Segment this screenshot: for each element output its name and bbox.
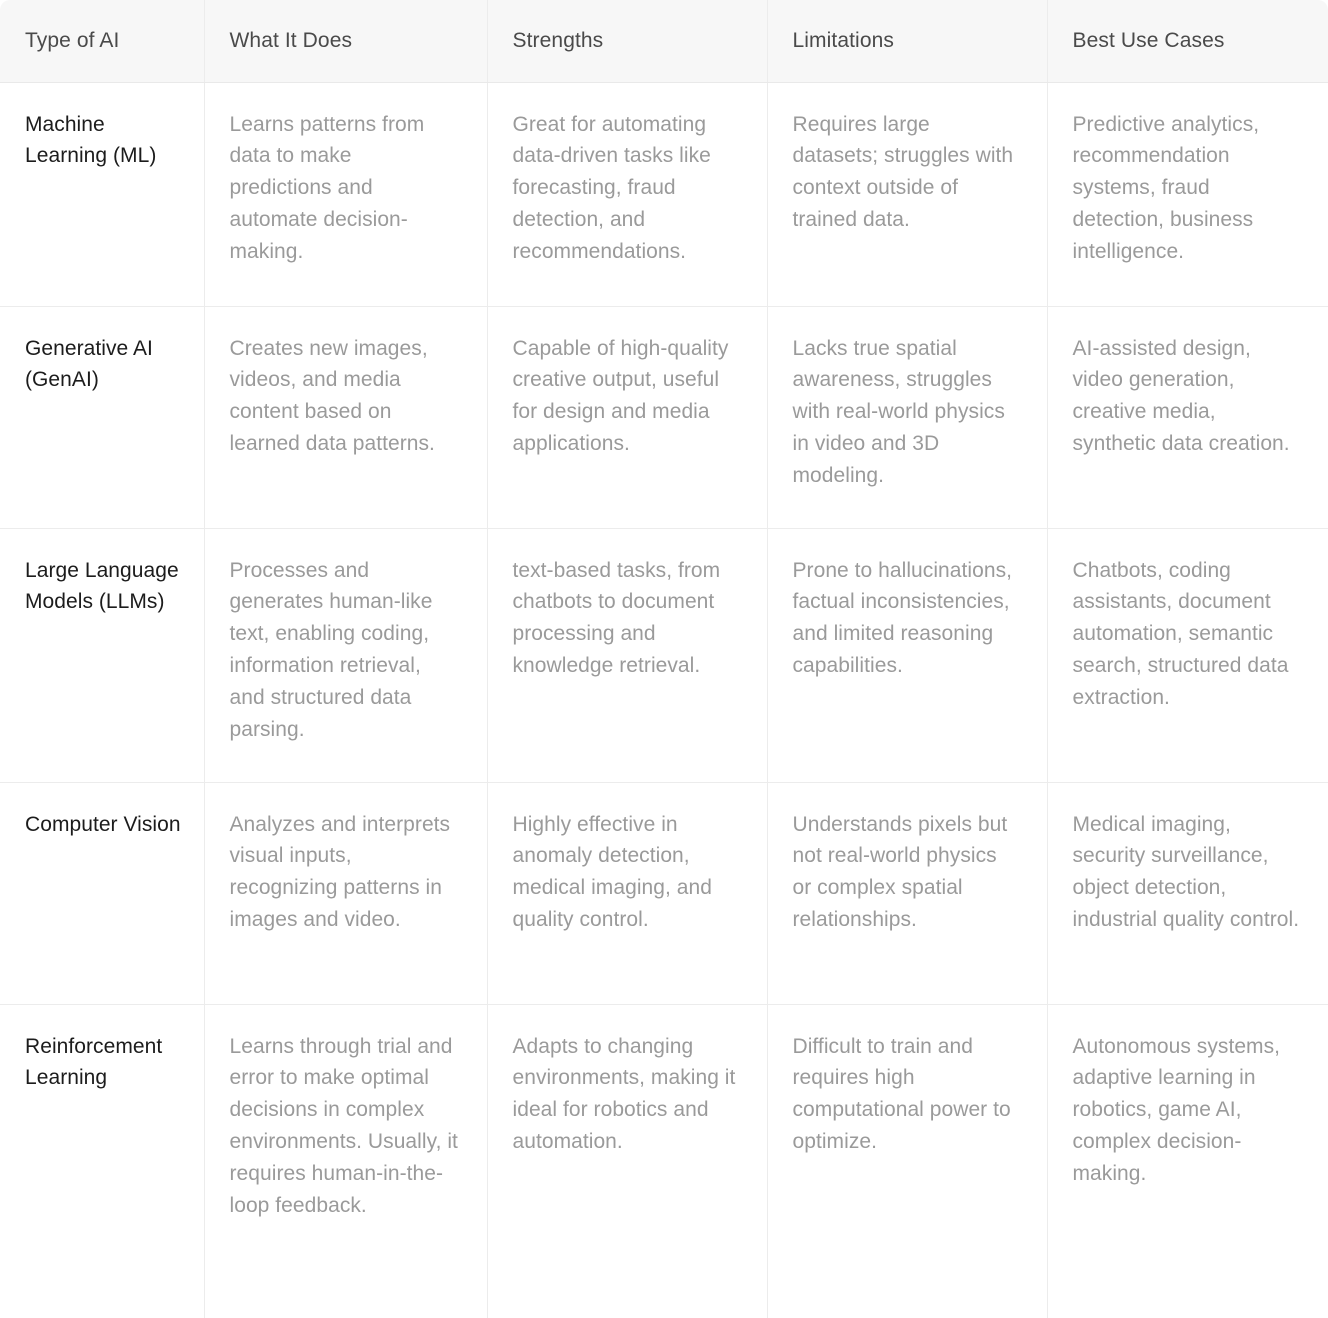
table-row: Large Language Models (LLMs) Processes a… (0, 528, 1328, 783)
column-header-limitations: Limitations (767, 0, 1048, 83)
cell-what-it-does: Creates new images, videos, and media co… (204, 306, 488, 529)
ai-comparison-table: Type of AI What It Does Strengths Limita… (0, 0, 1328, 1318)
cell-limitations: Lacks true spatial awareness, struggles … (767, 306, 1048, 529)
cell-limitations: Prone to hallucinations, factual inconsi… (767, 528, 1048, 783)
cell-type: Large Language Models (LLMs) (0, 528, 205, 783)
ai-comparison-table-container: Type of AI What It Does Strengths Limita… (0, 0, 1328, 1318)
cell-limitations: Requires large datasets; struggles with … (767, 82, 1048, 307)
column-header-type-of-ai: Type of AI (0, 0, 205, 83)
column-header-best-use-cases: Best Use Cases (1047, 0, 1328, 83)
table-row: Generative AI (GenAI) Creates new images… (0, 306, 1328, 529)
cell-what-it-does: Processes and generates human-like text,… (204, 528, 488, 783)
cell-type: Machine Learning (ML) (0, 82, 205, 307)
table-row: Reinforcement Learning Learns through tr… (0, 1004, 1328, 1318)
cell-type: Computer Vision (0, 782, 205, 1005)
cell-best-use-cases: AI-assisted design, video generation, cr… (1047, 306, 1328, 529)
cell-type: Reinforcement Learning (0, 1004, 205, 1318)
cell-strengths: text-based tasks, from chatbots to docum… (487, 528, 768, 783)
cell-what-it-does: Learns patterns from data to make predic… (204, 82, 488, 307)
cell-limitations: Understands pixels but not real-world ph… (767, 782, 1048, 1005)
cell-what-it-does: Learns through trial and error to make o… (204, 1004, 488, 1318)
cell-limitations: Difficult to train and requires high com… (767, 1004, 1048, 1318)
table-header: Type of AI What It Does Strengths Limita… (0, 0, 1328, 83)
cell-what-it-does: Analyzes and interprets visual inputs, r… (204, 782, 488, 1005)
table-body: Machine Learning (ML) Learns patterns fr… (0, 82, 1328, 1318)
cell-best-use-cases: Predictive analytics, recommendation sys… (1047, 82, 1328, 307)
cell-strengths: Adapts to changing environments, making … (487, 1004, 768, 1318)
cell-best-use-cases: Chatbots, coding assistants, document au… (1047, 528, 1328, 783)
column-header-strengths: Strengths (487, 0, 768, 83)
cell-type: Generative AI (GenAI) (0, 306, 205, 529)
table-row: Machine Learning (ML) Learns patterns fr… (0, 82, 1328, 307)
cell-best-use-cases: Medical imaging, security surveillance, … (1047, 782, 1328, 1005)
cell-strengths: Capable of high-quality creative output,… (487, 306, 768, 529)
cell-strengths: Highly effective in anomaly detection, m… (487, 782, 768, 1005)
table-row: Computer Vision Analyzes and interprets … (0, 782, 1328, 1005)
table-header-row: Type of AI What It Does Strengths Limita… (0, 0, 1328, 83)
cell-best-use-cases: Autonomous systems, adaptive learning in… (1072, 1034, 1281, 1186)
cell-strengths: Great for automating data-driven tasks l… (487, 82, 768, 307)
column-header-what-it-does: What It Does (204, 0, 488, 83)
